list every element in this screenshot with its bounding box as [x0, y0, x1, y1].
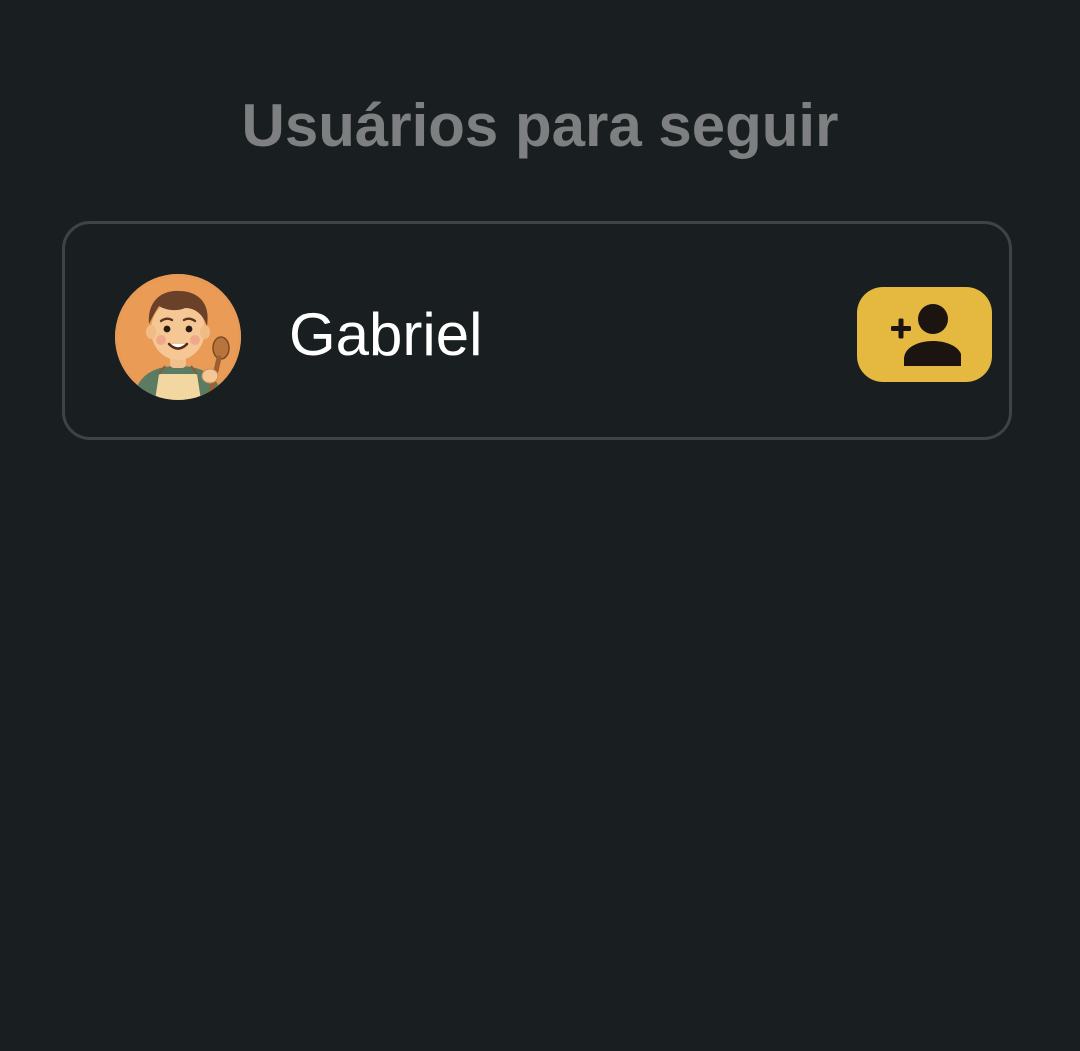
follow-button[interactable] [857, 287, 992, 382]
user-card[interactable]: Gabriel [62, 221, 1012, 440]
chef-avatar-icon [115, 274, 241, 400]
user-name: Gabriel [289, 301, 483, 368]
page-title: Usuários para seguir [241, 92, 839, 159]
user-avatar[interactable] [115, 274, 241, 400]
person-add-icon [889, 302, 961, 368]
